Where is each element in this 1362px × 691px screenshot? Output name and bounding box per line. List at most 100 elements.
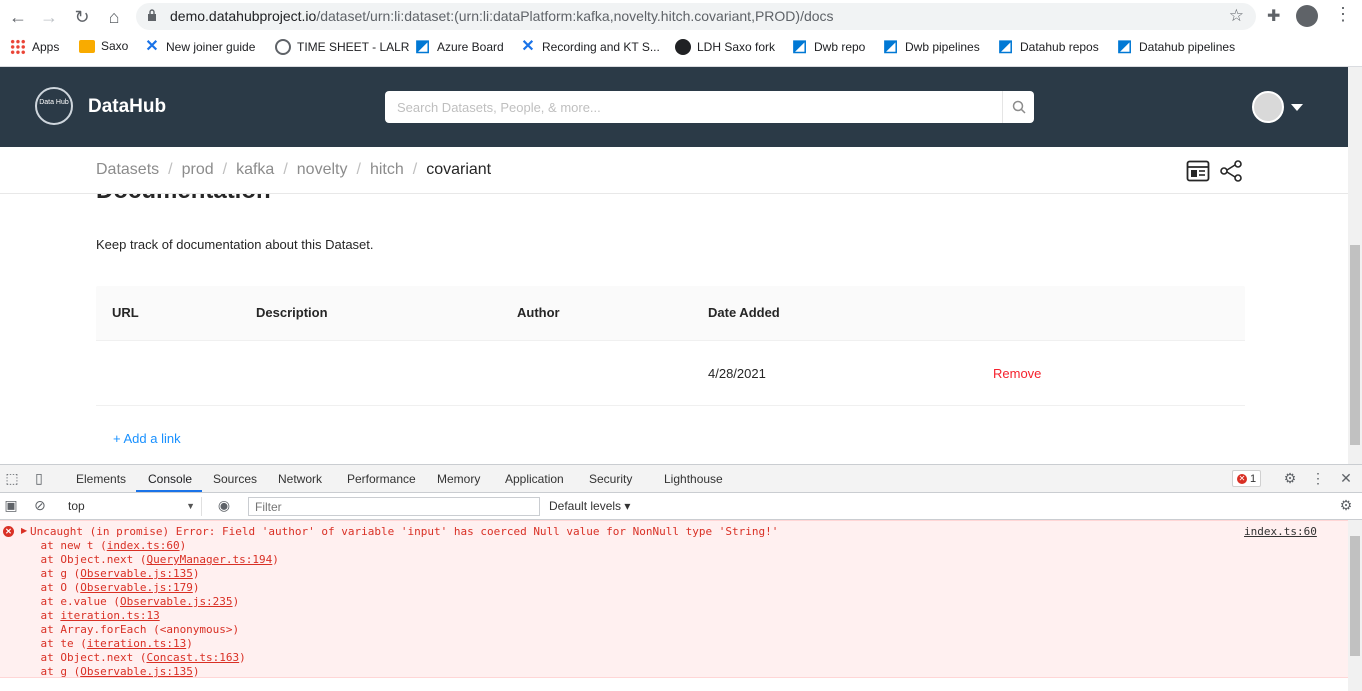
expand-triangle-icon[interactable]: ▶ (21, 526, 27, 535)
tab-elements[interactable]: Elements (76, 472, 126, 486)
user-menu-caret-icon[interactable] (1291, 104, 1303, 111)
stack-frame-text: ) (192, 567, 200, 580)
bookmark-saxo[interactable]: Saxo (79, 39, 128, 53)
breadcrumb-current: covariant (426, 161, 492, 178)
stack-frame-text: ) (272, 553, 279, 566)
tab-console[interactable]: Console (148, 472, 192, 486)
tab-performance[interactable]: Performance (347, 472, 416, 486)
stack-frame: at Object.next (QueryManager.ts:194) (14, 553, 279, 566)
bookmark-star-icon[interactable]: ☆ (1229, 6, 1244, 26)
stack-frame: at O (Observable.js:179) (14, 581, 199, 594)
bookmark-dwb-pipelines[interactable]: ◩ Dwb pipelines (883, 39, 980, 55)
settings-gear-icon[interactable]: ⚙ (1282, 470, 1298, 486)
console-filter-input[interactable] (248, 497, 540, 516)
inspect-element-icon[interactable]: ⬚ (4, 470, 20, 486)
column-url: URL (112, 305, 139, 320)
stack-frame-text: ) (192, 581, 200, 594)
stack-frame-text: ) (232, 595, 240, 608)
console-scrollbar-thumb[interactable] (1350, 536, 1360, 656)
breadcrumb-novelty[interactable]: novelty (297, 161, 348, 178)
clear-console-icon[interactable]: ⊘ (32, 497, 48, 513)
page-scrollbar[interactable] (1348, 67, 1362, 464)
cell-date-added: 4/28/2021 (708, 366, 766, 381)
stack-frame-text: at g ( (14, 665, 81, 678)
breadcrumb-kafka[interactable]: kafka (236, 161, 274, 178)
bookmark-timesheet[interactable]: TIME SHEET - LALR (275, 39, 409, 55)
remove-link-button[interactable]: Remove (993, 366, 1041, 381)
tab-memory[interactable]: Memory (437, 472, 480, 486)
bookmark-datahub-repos[interactable]: ◩ Datahub repos (998, 39, 1099, 55)
stack-frame: at Array.forEach (<anonymous>) (14, 623, 239, 636)
bookmark-ldh-fork[interactable]: LDH Saxo fork (675, 39, 775, 55)
datahub-header: Data Hub DataHub (0, 67, 1348, 147)
forward-icon[interactable]: → (37, 5, 61, 29)
documentation-table: URL Description Author Date Added 4/28/2… (96, 286, 1245, 406)
context-selector[interactable]: top ▼ (62, 497, 202, 516)
stack-frame-link[interactable]: Observable.js:135 (80, 665, 193, 678)
stack-frame-link[interactable]: iteration.ts:13 (60, 609, 159, 622)
stack-frame-text: at te ( (14, 637, 87, 650)
log-levels-dropdown[interactable]: Default levels ▾ (549, 499, 630, 513)
add-link-button[interactable]: + Add a link (113, 431, 181, 446)
breadcrumb-bar: Datasets / prod / kafka / novelty / hitch / covari… (0, 147, 1348, 194)
breadcrumb-hitch[interactable]: hitch (370, 161, 404, 178)
breadcrumb-separator: / (168, 161, 173, 178)
datahub-logo[interactable]: Data Hub (35, 87, 73, 125)
bookmark-recording[interactable]: ✕ Recording and KT S... (520, 39, 660, 55)
bookmark-azure-board[interactable]: ◩ Azure Board (415, 39, 504, 55)
browser-nav-row: ← → ↻ ⌂ demo.datahubproject.io/dataset/u… (0, 0, 1362, 33)
stack-frame-link[interactable]: iteration.ts:13 (87, 637, 186, 650)
breadcrumb-prod[interactable]: prod (182, 161, 214, 178)
bookmark-datahub-pipelines[interactable]: ◩ Datahub pipelines (1117, 39, 1235, 55)
azure-devops-icon: ◩ (415, 38, 431, 55)
stack-frame-text: at Object.next ( (14, 651, 147, 664)
stack-frame-link[interactable]: index.ts:60 (107, 539, 180, 552)
browser-chrome: ← → ↻ ⌂ demo.datahubproject.io/dataset/u… (0, 0, 1362, 67)
devtools-menu-icon[interactable]: ⋮ (1310, 470, 1326, 486)
bookmark-dwb-repo[interactable]: ◩ Dwb repo (792, 39, 865, 55)
chrome-menu-icon[interactable]: ⋮ (1334, 4, 1352, 25)
stack-frame-link[interactable]: QueryManager.ts:194 (146, 553, 272, 566)
global-search (385, 91, 1034, 123)
lineage-icon[interactable] (1219, 159, 1243, 183)
close-devtools-icon[interactable]: ✕ (1338, 470, 1354, 486)
device-toolbar-icon[interactable]: ▯ (31, 470, 47, 486)
azure-devops-icon: ◩ (1117, 38, 1133, 55)
back-icon[interactable]: ← (6, 5, 30, 29)
error-source-link[interactable]: index.ts:60 (1244, 525, 1317, 538)
console-settings-gear-icon[interactable]: ⚙ (1338, 497, 1354, 513)
address-bar[interactable]: demo.datahubproject.io/dataset/urn:li:da… (136, 3, 1256, 30)
profile-avatar[interactable] (1296, 5, 1318, 27)
tab-application[interactable]: Application (505, 472, 564, 486)
error-count-badge[interactable]: ✕ 1 (1232, 470, 1262, 487)
bookmark-apps[interactable]: Apps (10, 39, 59, 55)
home-icon[interactable]: ⌂ (102, 5, 126, 29)
stack-frame-link[interactable]: Observable.js:135 (80, 567, 193, 580)
stack-frame-link[interactable]: Observable.js:179 (80, 581, 193, 594)
page-scrollbar-thumb[interactable] (1350, 245, 1360, 445)
user-avatar[interactable] (1252, 91, 1284, 123)
stack-frame: at Object.next (Concast.ts:163) (14, 651, 245, 664)
stack-frame-text: at (14, 609, 61, 622)
live-expression-eye-icon[interactable]: ◉ (216, 497, 232, 513)
bookmark-new-joiner[interactable]: ✕ New joiner guide (144, 39, 255, 55)
azure-devops-icon: ◩ (883, 38, 899, 55)
extensions-icon[interactable]: ✚ (1267, 6, 1280, 26)
search-input[interactable] (385, 91, 1002, 123)
breadcrumb-datasets[interactable]: Datasets (96, 161, 159, 178)
stack-frame-link[interactable]: Concast.ts:163 (146, 651, 239, 664)
console-scrollbar[interactable] (1348, 520, 1362, 691)
tab-network[interactable]: Network (278, 472, 322, 486)
tab-sources[interactable]: Sources (213, 472, 257, 486)
lock-icon (148, 9, 156, 21)
reload-icon[interactable]: ↻ (70, 5, 94, 29)
breadcrumb: Datasets / prod / kafka / novelty / hitch / covari… (96, 161, 491, 179)
tab-security[interactable]: Security (589, 472, 632, 486)
sidebar-toggle-icon[interactable]: ▣ (3, 497, 19, 513)
stack-frame-link[interactable]: Observable.js:235 (120, 595, 233, 608)
app-title[interactable]: DataHub (88, 96, 166, 118)
document-view-icon[interactable] (1186, 159, 1210, 183)
tab-lighthouse[interactable]: Lighthouse (664, 472, 723, 486)
confluence-icon: ✕ (521, 38, 535, 55)
search-button[interactable] (1002, 91, 1034, 123)
